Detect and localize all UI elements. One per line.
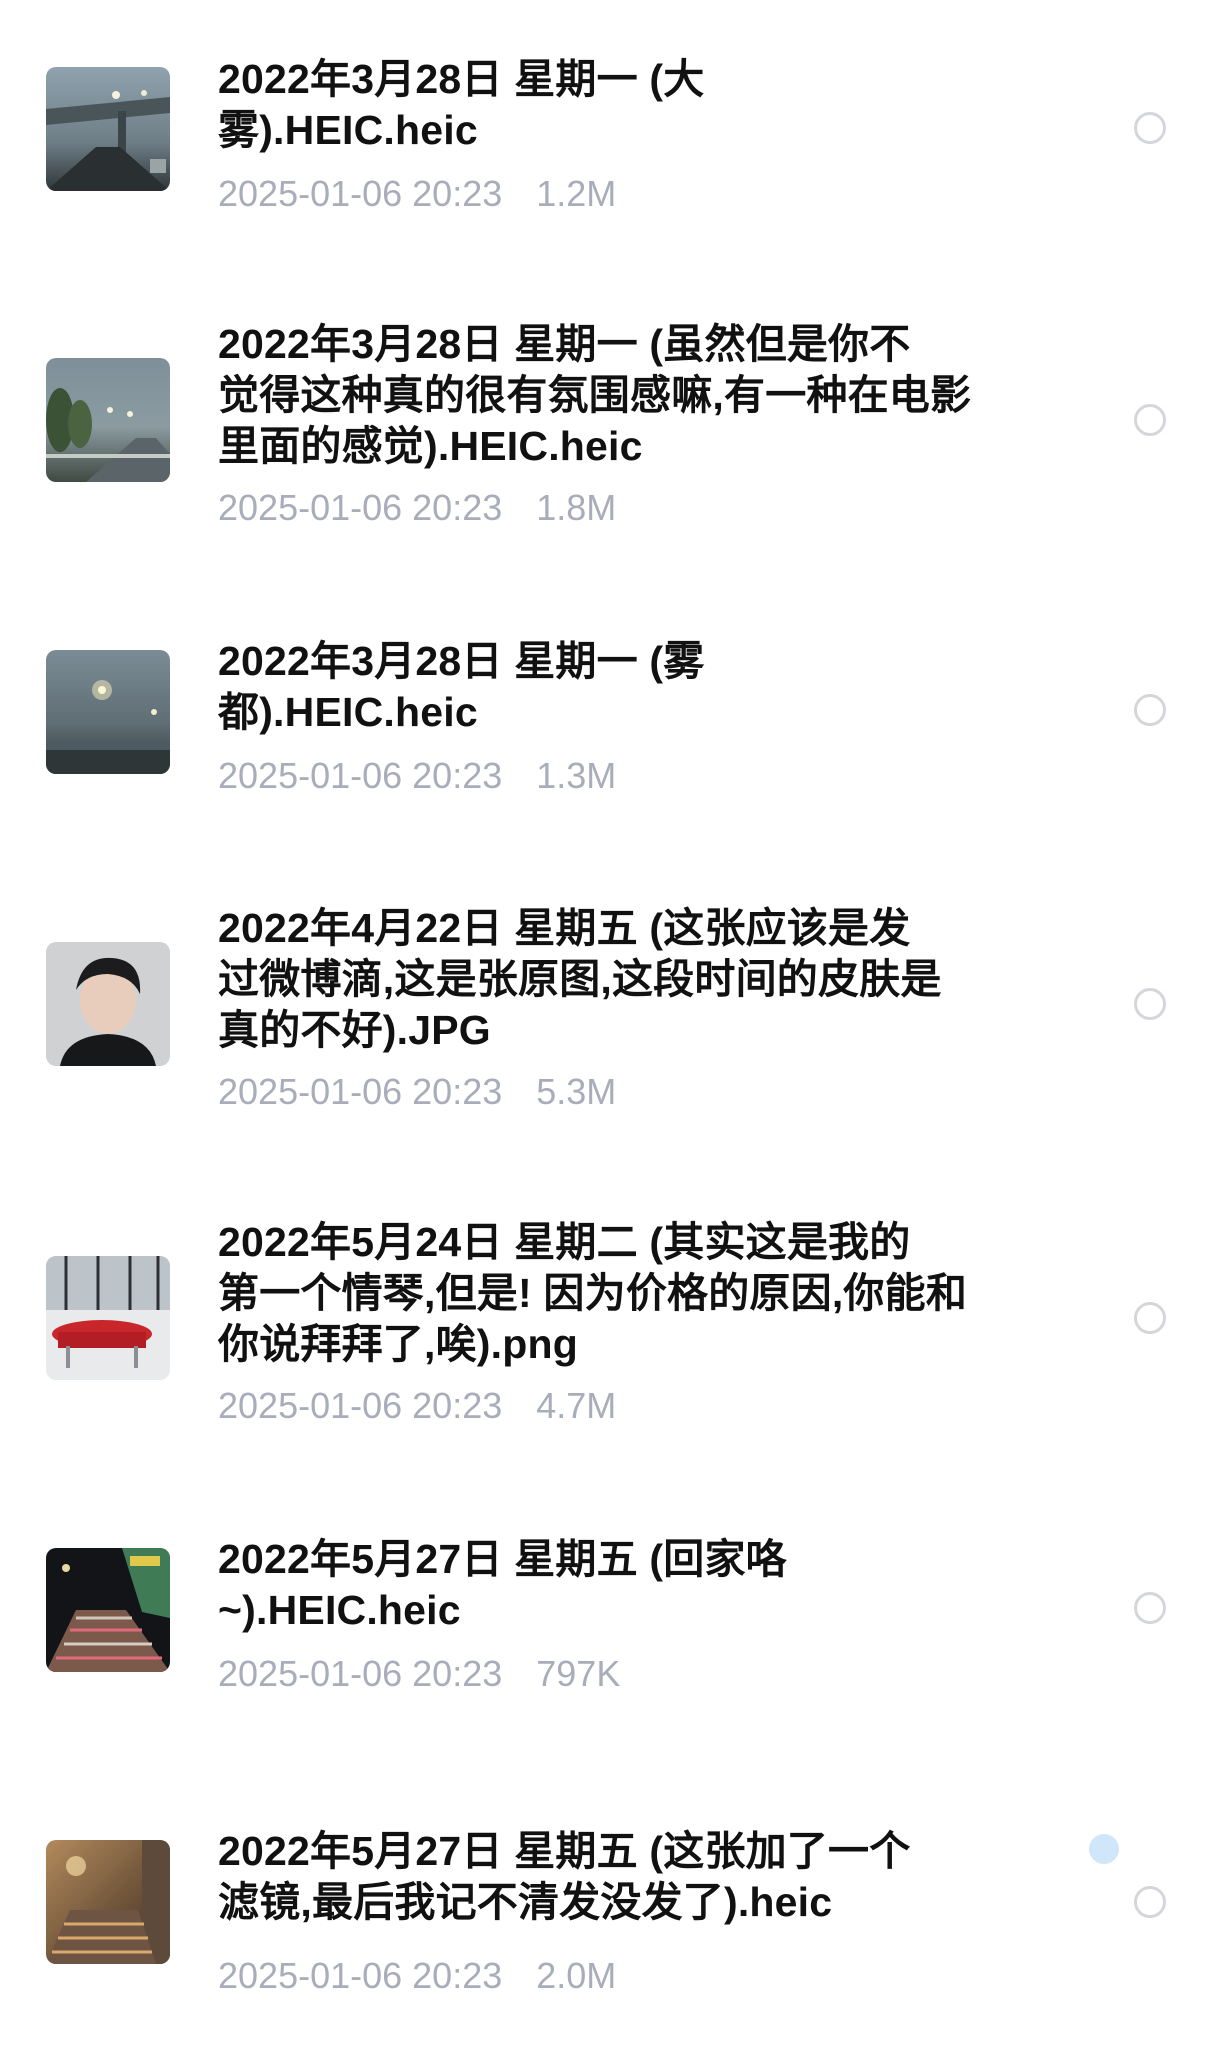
file-date: 2025-01-06 20:23 xyxy=(218,487,503,528)
file-size: 1.2M xyxy=(536,173,617,214)
file-meta: 2025-01-06 20:23 797K xyxy=(218,1652,620,1696)
file-list: 2022年3月28日 星期一 (大 雾).HEIC.heic 2025-01-0… xyxy=(0,0,1206,2047)
file-row[interactable]: 2022年4月22日 星期五 (这张应该是发 过微博滴,这是张原图,这段时间的皮… xyxy=(0,874,1206,1188)
file-size: 1.8M xyxy=(536,487,617,528)
file-name: 2022年5月24日 星期二 (其实这是我的 第一个情琴,但是! 因为价格的原因… xyxy=(218,1219,968,1367)
file-date: 2025-01-06 20:23 xyxy=(218,1653,503,1694)
file-date: 2025-01-06 20:23 xyxy=(218,173,503,214)
file-date: 2025-01-06 20:23 xyxy=(218,1955,503,1996)
file-date: 2025-01-06 20:23 xyxy=(218,755,503,796)
file-row[interactable]: 2022年5月27日 星期五 (回家咯 ~).HEIC.heic 2025-01… xyxy=(0,1480,1206,1772)
select-radio[interactable] xyxy=(1134,404,1166,436)
select-radio[interactable] xyxy=(1134,1886,1166,1918)
file-name: 2022年5月27日 星期五 (回家咯 ~).HEIC.heic xyxy=(218,1536,787,1633)
file-row[interactable]: 2022年3月28日 星期一 (雾 都).HEIC.heic 2025-01-0… xyxy=(0,582,1206,874)
file-row[interactable]: 2022年3月28日 星期一 (虽然但是你不 觉得这种真的很有氛围感嘛,有一种在… xyxy=(0,290,1206,582)
file-name: 2022年3月28日 星期一 (大 雾).HEIC.heic xyxy=(218,56,705,153)
file-size: 1.3M xyxy=(536,755,617,796)
file-size: 797K xyxy=(536,1653,621,1694)
file-size: 4.7M xyxy=(536,1385,617,1426)
red-piano-photo-thumbnail xyxy=(46,1256,170,1380)
file-meta: 2025-01-06 20:23 5.3M xyxy=(218,1070,616,1114)
file-date: 2025-01-06 20:23 xyxy=(218,1385,503,1426)
file-meta: 2025-01-06 20:23 4.7M xyxy=(218,1384,616,1428)
file-size: 2.0M xyxy=(536,1955,617,1996)
select-radio[interactable] xyxy=(1134,1302,1166,1334)
touch-indicator xyxy=(1089,1834,1119,1864)
foggy-road-trees-photo-thumbnail xyxy=(46,358,170,482)
file-meta: 2025-01-06 20:23 1.3M xyxy=(218,754,616,798)
foggy-street-lamps-photo-thumbnail xyxy=(46,650,170,774)
file-name: 2022年5月27日 星期五 (这张加了一个 滤镜,最后我记不清发没发了).he… xyxy=(218,1828,911,1925)
file-row[interactable]: 2022年3月28日 星期一 (大 雾).HEIC.heic 2025-01-0… xyxy=(0,0,1206,290)
foggy-bridge-photo-thumbnail xyxy=(46,67,170,191)
portrait-photo-thumbnail xyxy=(46,942,170,1066)
file-meta: 2025-01-06 20:23 2.0M xyxy=(218,1954,616,1998)
file-name: 2022年4月22日 星期五 (这张应该是发 过微博滴,这是张原图,这段时间的皮… xyxy=(218,905,942,1053)
select-radio[interactable] xyxy=(1134,112,1166,144)
select-radio[interactable] xyxy=(1134,694,1166,726)
night-stairs-photo-thumbnail xyxy=(46,1548,170,1672)
warm-stairs-photo-thumbnail xyxy=(46,1840,170,1964)
file-row[interactable]: 2022年5月24日 星期二 (其实这是我的 第一个情琴,但是! 因为价格的原因… xyxy=(0,1188,1206,1480)
file-name: 2022年3月28日 星期一 (虽然但是你不 觉得这种真的很有氛围感嘛,有一种在… xyxy=(218,321,972,469)
file-size: 5.3M xyxy=(536,1071,617,1112)
select-radio[interactable] xyxy=(1134,988,1166,1020)
file-meta: 2025-01-06 20:23 1.8M xyxy=(218,486,616,530)
file-row[interactable]: 2022年5月27日 星期五 (这张加了一个 滤镜,最后我记不清发没发了).he… xyxy=(0,1772,1206,2047)
file-meta: 2025-01-06 20:23 1.2M xyxy=(218,172,616,216)
file-name: 2022年3月28日 星期一 (雾 都).HEIC.heic xyxy=(218,638,705,735)
file-date: 2025-01-06 20:23 xyxy=(218,1071,503,1112)
select-radio[interactable] xyxy=(1134,1592,1166,1624)
